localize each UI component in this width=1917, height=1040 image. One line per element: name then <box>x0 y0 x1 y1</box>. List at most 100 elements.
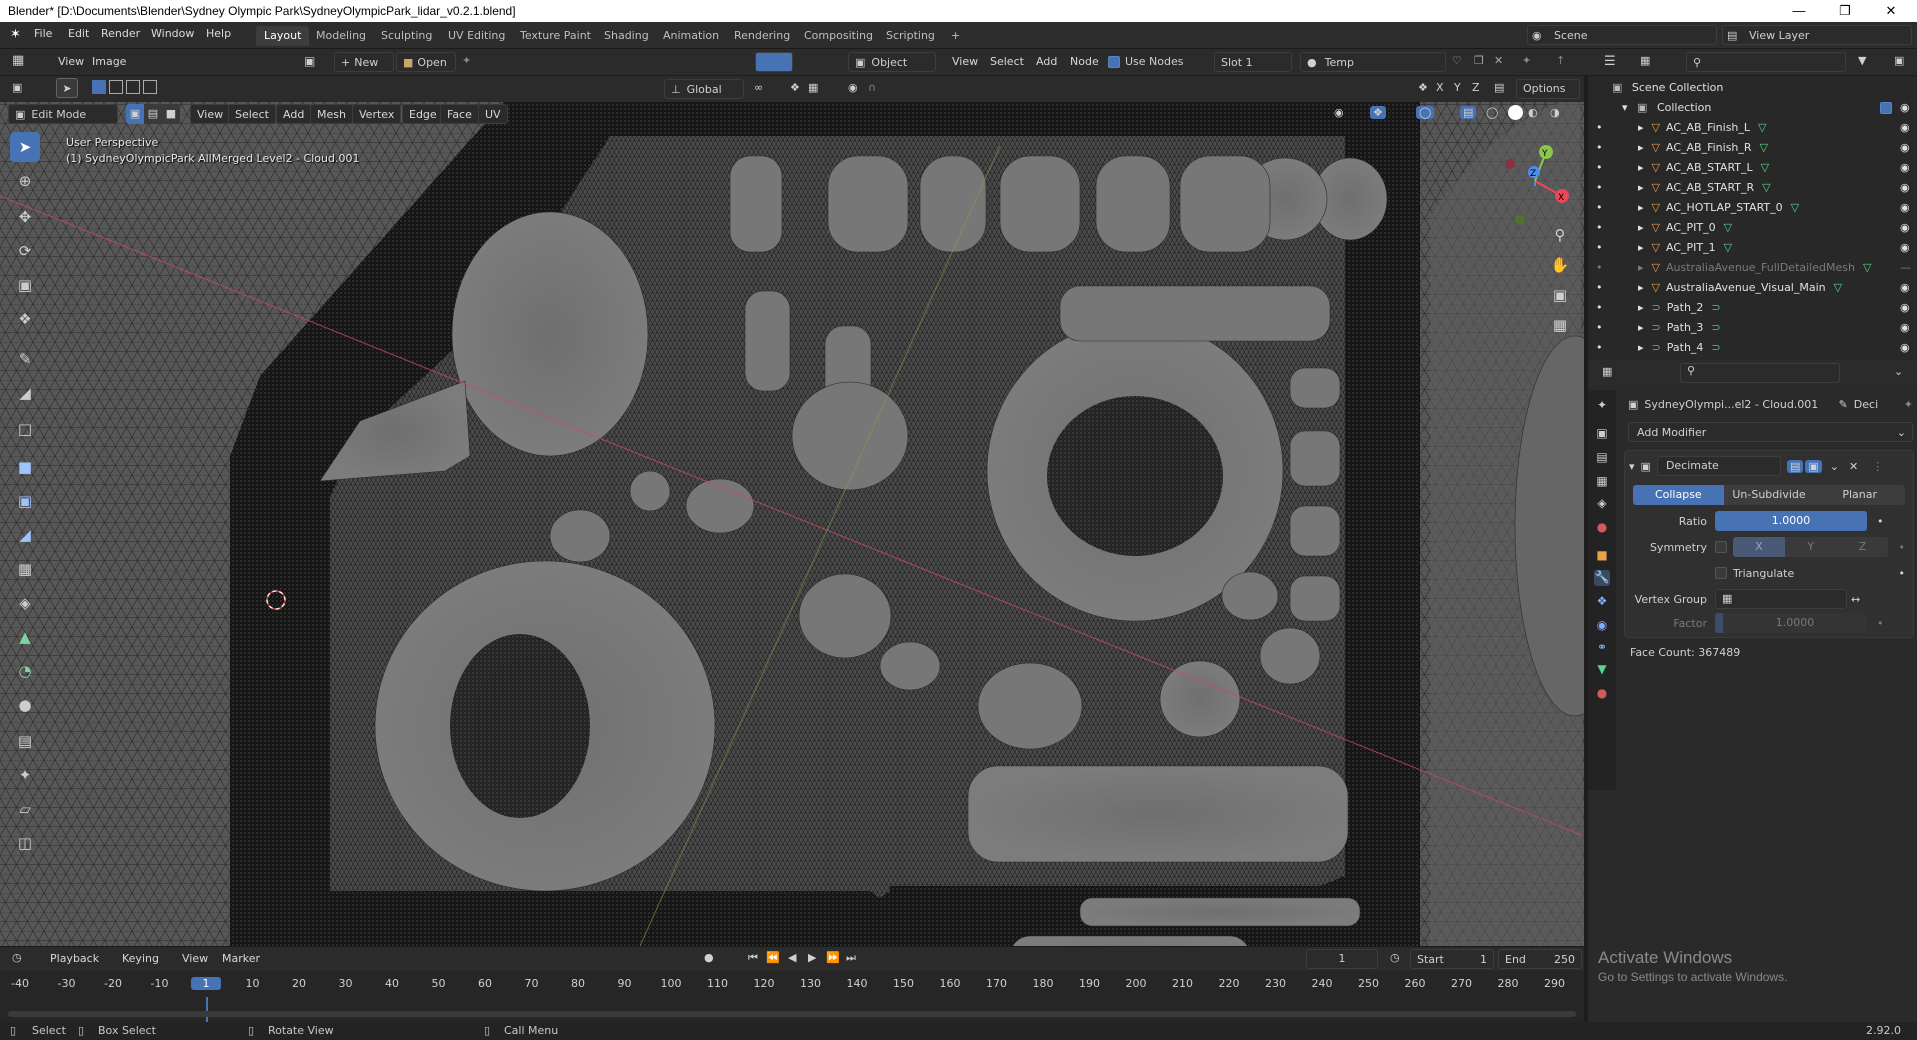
invert-arrows-icon[interactable]: ↔ <box>1851 593 1860 606</box>
timeline-menu-playback[interactable]: Playback <box>44 949 105 969</box>
particles-tab-icon[interactable]: ❖ <box>1594 594 1610 610</box>
eye-icon[interactable]: ◉ <box>1900 218 1910 238</box>
outliner-item[interactable]: • ▸ ▽ AC_PIT_1 ▽ ◉ <box>1588 238 1917 258</box>
shader-menu-view[interactable]: View <box>946 52 984 72</box>
world-tab-icon[interactable]: ● <box>1594 520 1610 536</box>
select-tool-icon[interactable]: ➤ <box>10 132 40 162</box>
clock-icon[interactable]: ◷ <box>1390 951 1400 964</box>
image-browse-icon[interactable]: ▣ <box>304 54 315 68</box>
scale-tool-icon[interactable]: ▣ <box>10 270 40 300</box>
eye-icon[interactable]: ◉ <box>1900 198 1910 218</box>
play-icon[interactable]: ▶ <box>808 951 816 964</box>
edit-mode-dot-icon[interactable]: • <box>1596 238 1603 258</box>
maximize-button[interactable]: ❐ <box>1822 0 1868 22</box>
record-icon[interactable]: ● <box>704 951 714 964</box>
timeline-menu-marker[interactable]: Marker <box>216 949 266 969</box>
smooth-tool-icon[interactable]: ● <box>10 690 40 720</box>
data-tab-icon[interactable]: ▼ <box>1594 662 1610 678</box>
expand-arrow-icon[interactable]: ▸ <box>1638 181 1644 194</box>
edit-mode-dot-icon[interactable]: • <box>1596 138 1603 158</box>
overlay-toggle-icon[interactable]: ◯ <box>1416 106 1435 119</box>
new-collection-icon[interactable]: ▣ <box>1894 54 1904 67</box>
inset-tool-icon[interactable]: ▣ <box>10 486 40 516</box>
viewport-menu-uv[interactable]: UV <box>478 104 508 124</box>
expand-arrow-icon[interactable]: ▸ <box>1638 221 1644 234</box>
filter-icon[interactable]: ▼ <box>1858 54 1866 67</box>
expand-arrow-icon[interactable]: ▸ <box>1638 341 1644 354</box>
expand-arrow-icon[interactable]: ▸ <box>1638 141 1644 154</box>
face-select-icon[interactable]: ■ <box>162 104 180 124</box>
fake-user-icon[interactable]: ♡ <box>1452 54 1462 67</box>
output-tab-icon[interactable]: ▤ <box>1594 450 1610 466</box>
edit-mode-dot-icon[interactable]: • <box>1596 278 1603 298</box>
tool-tab-icon[interactable]: ✦ <box>1594 398 1610 414</box>
view-layer-selector[interactable]: ▤ View Layer <box>1722 25 1912 45</box>
show-in-edit-mode-icon[interactable]: ▤ <box>1786 459 1804 473</box>
options-dropdown[interactable]: Options <box>1516 79 1580 99</box>
rip-tool-icon[interactable]: ◫ <box>10 828 40 858</box>
edit-mode-dot-icon[interactable]: • <box>1596 218 1603 238</box>
view-layer-tab-icon[interactable]: ▦ <box>1594 474 1610 490</box>
shader-menu-add[interactable]: Add <box>1030 52 1063 72</box>
expand-arrow-icon[interactable]: ▸ <box>1638 321 1644 334</box>
new-image-button[interactable]: + New <box>334 52 394 72</box>
modifier-name-input[interactable]: Decimate <box>1656 456 1781 476</box>
shear-tool-icon[interactable]: ▱ <box>10 794 40 824</box>
viewport-menu-edge[interactable]: Edge <box>402 104 444 124</box>
triangulate-checkbox[interactable] <box>1715 567 1727 579</box>
eye-icon[interactable]: ◉ <box>1900 318 1910 338</box>
viewport-menu-view[interactable]: View <box>190 104 231 124</box>
expand-arrow-icon[interactable]: ▸ <box>1638 281 1644 294</box>
add-workspace-button[interactable]: + <box>943 26 968 46</box>
tab-compositing[interactable]: Compositing <box>796 26 881 46</box>
constraints-tab-icon[interactable]: ⚭ <box>1594 640 1610 656</box>
eye-icon[interactable]: ◉ <box>1900 178 1910 198</box>
mode-new-icon[interactable] <box>92 80 106 94</box>
tab-uv-editing[interactable]: UV Editing <box>440 26 513 46</box>
snap-icon[interactable]: ❖ <box>790 81 800 94</box>
axis-x-toggle[interactable]: X <box>1436 81 1444 94</box>
bevel-tool-icon[interactable]: ◢ <box>10 520 40 550</box>
solid-shading-icon[interactable] <box>1508 105 1523 120</box>
pin-icon[interactable]: ✦ <box>1904 398 1913 411</box>
wireframe-shading-icon[interactable]: ◯ <box>1486 106 1498 119</box>
symmetry-axis-z[interactable]: Z <box>1836 537 1889 557</box>
menu-window[interactable]: Window <box>151 27 194 40</box>
eye-icon[interactable]: ◉ <box>1900 298 1910 318</box>
expand-arrow-icon[interactable]: ▸ <box>1638 261 1644 274</box>
viewport-menu-mesh[interactable]: Mesh <box>310 104 353 124</box>
expand-arrow-icon[interactable]: ▸ <box>1638 161 1644 174</box>
outliner-item[interactable]: • ▸ ▽ AC_AB_START_R ▽ ◉ <box>1588 178 1917 198</box>
edit-mode-dot-icon[interactable]: • <box>1596 118 1603 138</box>
outliner-item[interactable]: • ▸ ▽ AC_PIT_0 ▽ ◉ <box>1588 218 1917 238</box>
play-reverse-icon[interactable]: ◀ <box>788 951 796 964</box>
shader-object-dropdown[interactable]: ▣ Object <box>848 52 936 72</box>
shader-type-button[interactable] <box>755 52 793 72</box>
eye-icon[interactable]: ◉ <box>1900 158 1910 178</box>
mesh-options-icon[interactable]: ▤ <box>1494 81 1504 94</box>
falloff-icon[interactable]: ∩ <box>868 81 876 94</box>
viewport-editor-type-icon[interactable]: ▣ <box>12 81 22 94</box>
rendered-shading-icon[interactable]: ◑ <box>1550 106 1560 119</box>
selection-mode-buttons[interactable]: ▣ ▤ ■ <box>126 104 180 124</box>
camera-icon[interactable]: ▣ <box>1546 286 1574 316</box>
collection-enable-checkbox[interactable] <box>1880 102 1892 114</box>
edit-mode-dot-icon[interactable]: • <box>1596 318 1603 338</box>
visibility-icon[interactable]: ◉ <box>1334 106 1344 119</box>
edge-select-icon[interactable]: ▤ <box>144 104 162 124</box>
mirror-icon[interactable]: ❖ <box>1418 81 1428 94</box>
outliner-item[interactable]: • ▸ ▽ AustraliaAvenue_Visual_Main ▽ ◉ <box>1588 278 1917 298</box>
outliner-item[interactable]: • ▸ ⊃ Path_4 ⊃ ◉ <box>1588 338 1917 358</box>
pan-hand-icon[interactable]: ✋ <box>1546 256 1574 286</box>
keyframe-dot-icon[interactable]: • <box>1899 567 1906 580</box>
tab-shading[interactable]: Shading <box>596 26 657 46</box>
outliner-item[interactable]: • ▸ ▽ AC_HOTLAP_START_0 ▽ ◉ <box>1588 198 1917 218</box>
shader-menu-node[interactable]: Node <box>1064 52 1105 72</box>
expand-arrow-icon[interactable]: ▸ <box>1638 241 1644 254</box>
cursor-tool-icon[interactable]: ⊕ <box>10 166 40 196</box>
add-cube-tool-icon[interactable]: □ <box>10 414 40 444</box>
timeline-editor-type-icon[interactable]: ◷ <box>12 951 22 964</box>
outliner-item[interactable]: • ▸ ▽ AC_AB_Finish_L ▽ ◉ <box>1588 118 1917 138</box>
tab-scripting[interactable]: Scripting <box>878 26 943 46</box>
axis-y-toggle[interactable]: Y <box>1454 81 1461 94</box>
